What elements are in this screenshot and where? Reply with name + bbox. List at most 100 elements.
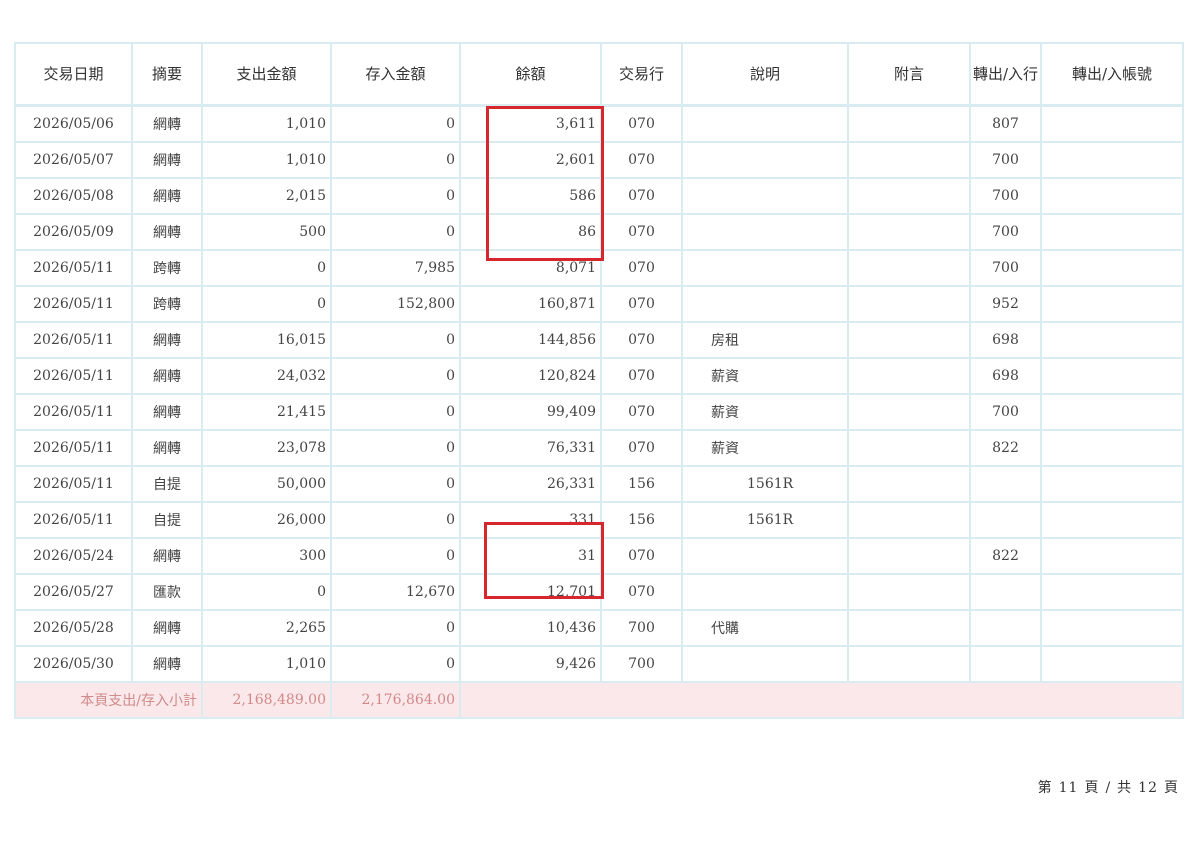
cell-transfer-account (1040, 645, 1184, 683)
cell-description (681, 249, 849, 287)
cell-withdrawal: 500 (201, 213, 332, 251)
cell-bank: 070 (600, 141, 683, 179)
header-deposit: 存入金額 (330, 42, 461, 107)
cell-bank: 070 (600, 213, 683, 251)
cell-summary: 網轉 (131, 429, 203, 467)
subtotal-label: 本頁支出/存入小計 (14, 681, 203, 719)
cell-transfer-account (1040, 393, 1184, 431)
cell-summary: 跨轉 (131, 285, 203, 323)
table-row: 2026/05/09 網轉 500 0 86 070 700 (14, 213, 1184, 251)
table-header-row: 交易日期 摘要 支出金額 存入金額 餘額 交易行 說明 附言 轉出/入行 轉出/… (14, 42, 1184, 107)
cell-bank: 700 (600, 609, 683, 647)
cell-transfer-bank: 952 (969, 285, 1042, 323)
cell-description (681, 177, 849, 215)
cell-deposit: 0 (330, 393, 461, 431)
cell-balance: 99,409 (459, 393, 602, 431)
cell-withdrawal: 24,032 (201, 357, 332, 395)
cell-deposit: 0 (330, 645, 461, 683)
cell-summary: 網轉 (131, 141, 203, 179)
cell-summary: 網轉 (131, 537, 203, 575)
cell-memo (847, 429, 971, 467)
cell-bank: 156 (600, 501, 683, 539)
pager-current: 11 (1058, 780, 1079, 796)
cell-withdrawal: 26,000 (201, 501, 332, 539)
cell-date: 2026/05/11 (14, 321, 133, 359)
cell-date: 2026/05/11 (14, 429, 133, 467)
cell-balance: 12,701 (459, 573, 602, 611)
cell-transfer-bank: 700 (969, 213, 1042, 251)
cell-description: 1561R (681, 501, 849, 539)
cell-transfer-bank (969, 465, 1042, 503)
cell-description: 薪資 (681, 393, 849, 431)
cell-summary: 自提 (131, 501, 203, 539)
table-row: 2026/05/11 網轉 16,015 0 144,856 070 房租 698 (14, 321, 1184, 359)
cell-memo (847, 609, 971, 647)
cell-deposit: 0 (330, 465, 461, 503)
cell-memo (847, 141, 971, 179)
cell-deposit: 0 (330, 429, 461, 467)
cell-summary: 網轉 (131, 645, 203, 683)
cell-memo (847, 285, 971, 323)
cell-balance: 8,071 (459, 249, 602, 287)
page-indicator: 第 11 頁 / 共 12 頁 (1035, 777, 1182, 797)
cell-date: 2026/05/11 (14, 465, 133, 503)
cell-withdrawal: 0 (201, 285, 332, 323)
cell-deposit: 0 (330, 357, 461, 395)
cell-transfer-bank: 698 (969, 321, 1042, 359)
cell-description: 代購 (681, 609, 849, 647)
table-row: 2026/05/11 跨轉 0 7,985 8,071 070 700 (14, 249, 1184, 287)
cell-description (681, 213, 849, 251)
cell-transfer-bank (969, 609, 1042, 647)
table-row: 2026/05/11 網轉 24,032 0 120,824 070 薪資 698 (14, 357, 1184, 395)
cell-withdrawal: 1,010 (201, 104, 332, 143)
cell-description (681, 285, 849, 323)
table-row: 2026/05/11 網轉 21,415 0 99,409 070 薪資 700 (14, 393, 1184, 431)
cell-bank: 070 (600, 249, 683, 287)
cell-transfer-account (1040, 573, 1184, 611)
subtotal-deposit: 2,176,864.00 (330, 681, 461, 719)
cell-memo (847, 177, 971, 215)
cell-balance: 10,436 (459, 609, 602, 647)
cell-balance: 120,824 (459, 357, 602, 395)
header-withdrawal: 支出金額 (201, 42, 332, 107)
cell-balance: 144,856 (459, 321, 602, 359)
header-transfer-account: 轉出/入帳號 (1040, 42, 1184, 107)
cell-bank: 070 (600, 104, 683, 143)
cell-transfer-account (1040, 609, 1184, 647)
table-row: 2026/05/11 網轉 23,078 0 76,331 070 薪資 822 (14, 429, 1184, 467)
cell-memo (847, 645, 971, 683)
table-row: 2026/05/11 跨轉 0 152,800 160,871 070 952 (14, 285, 1184, 323)
pager-total-word: 共 (1117, 780, 1133, 796)
cell-summary: 網轉 (131, 321, 203, 359)
cell-balance: 586 (459, 177, 602, 215)
cell-withdrawal: 23,078 (201, 429, 332, 467)
cell-date: 2026/05/11 (14, 501, 133, 539)
cell-bank: 070 (600, 537, 683, 575)
cell-deposit: 12,670 (330, 573, 461, 611)
cell-description: 薪資 (681, 429, 849, 467)
cell-withdrawal: 2,265 (201, 609, 332, 647)
cell-deposit: 0 (330, 104, 461, 143)
cell-transfer-account (1040, 249, 1184, 287)
cell-summary: 網轉 (131, 393, 203, 431)
subtotal-withdrawal: 2,168,489.00 (201, 681, 332, 719)
cell-transfer-bank: 822 (969, 537, 1042, 575)
cell-transfer-bank (969, 501, 1042, 539)
cell-deposit: 0 (330, 609, 461, 647)
cell-balance: 9,426 (459, 645, 602, 683)
cell-description (681, 537, 849, 575)
pager-sep: / (1105, 780, 1112, 796)
cell-date: 2026/05/08 (14, 177, 133, 215)
cell-balance: 86 (459, 213, 602, 251)
cell-description (681, 141, 849, 179)
cell-deposit: 0 (330, 177, 461, 215)
cell-withdrawal: 21,415 (201, 393, 332, 431)
cell-bank: 070 (600, 357, 683, 395)
cell-summary: 網轉 (131, 177, 203, 215)
cell-balance: 160,871 (459, 285, 602, 323)
cell-date: 2026/05/11 (14, 357, 133, 395)
cell-transfer-account (1040, 104, 1184, 143)
cell-transfer-account (1040, 429, 1184, 467)
cell-transfer-account (1040, 213, 1184, 251)
cell-transfer-account (1040, 141, 1184, 179)
